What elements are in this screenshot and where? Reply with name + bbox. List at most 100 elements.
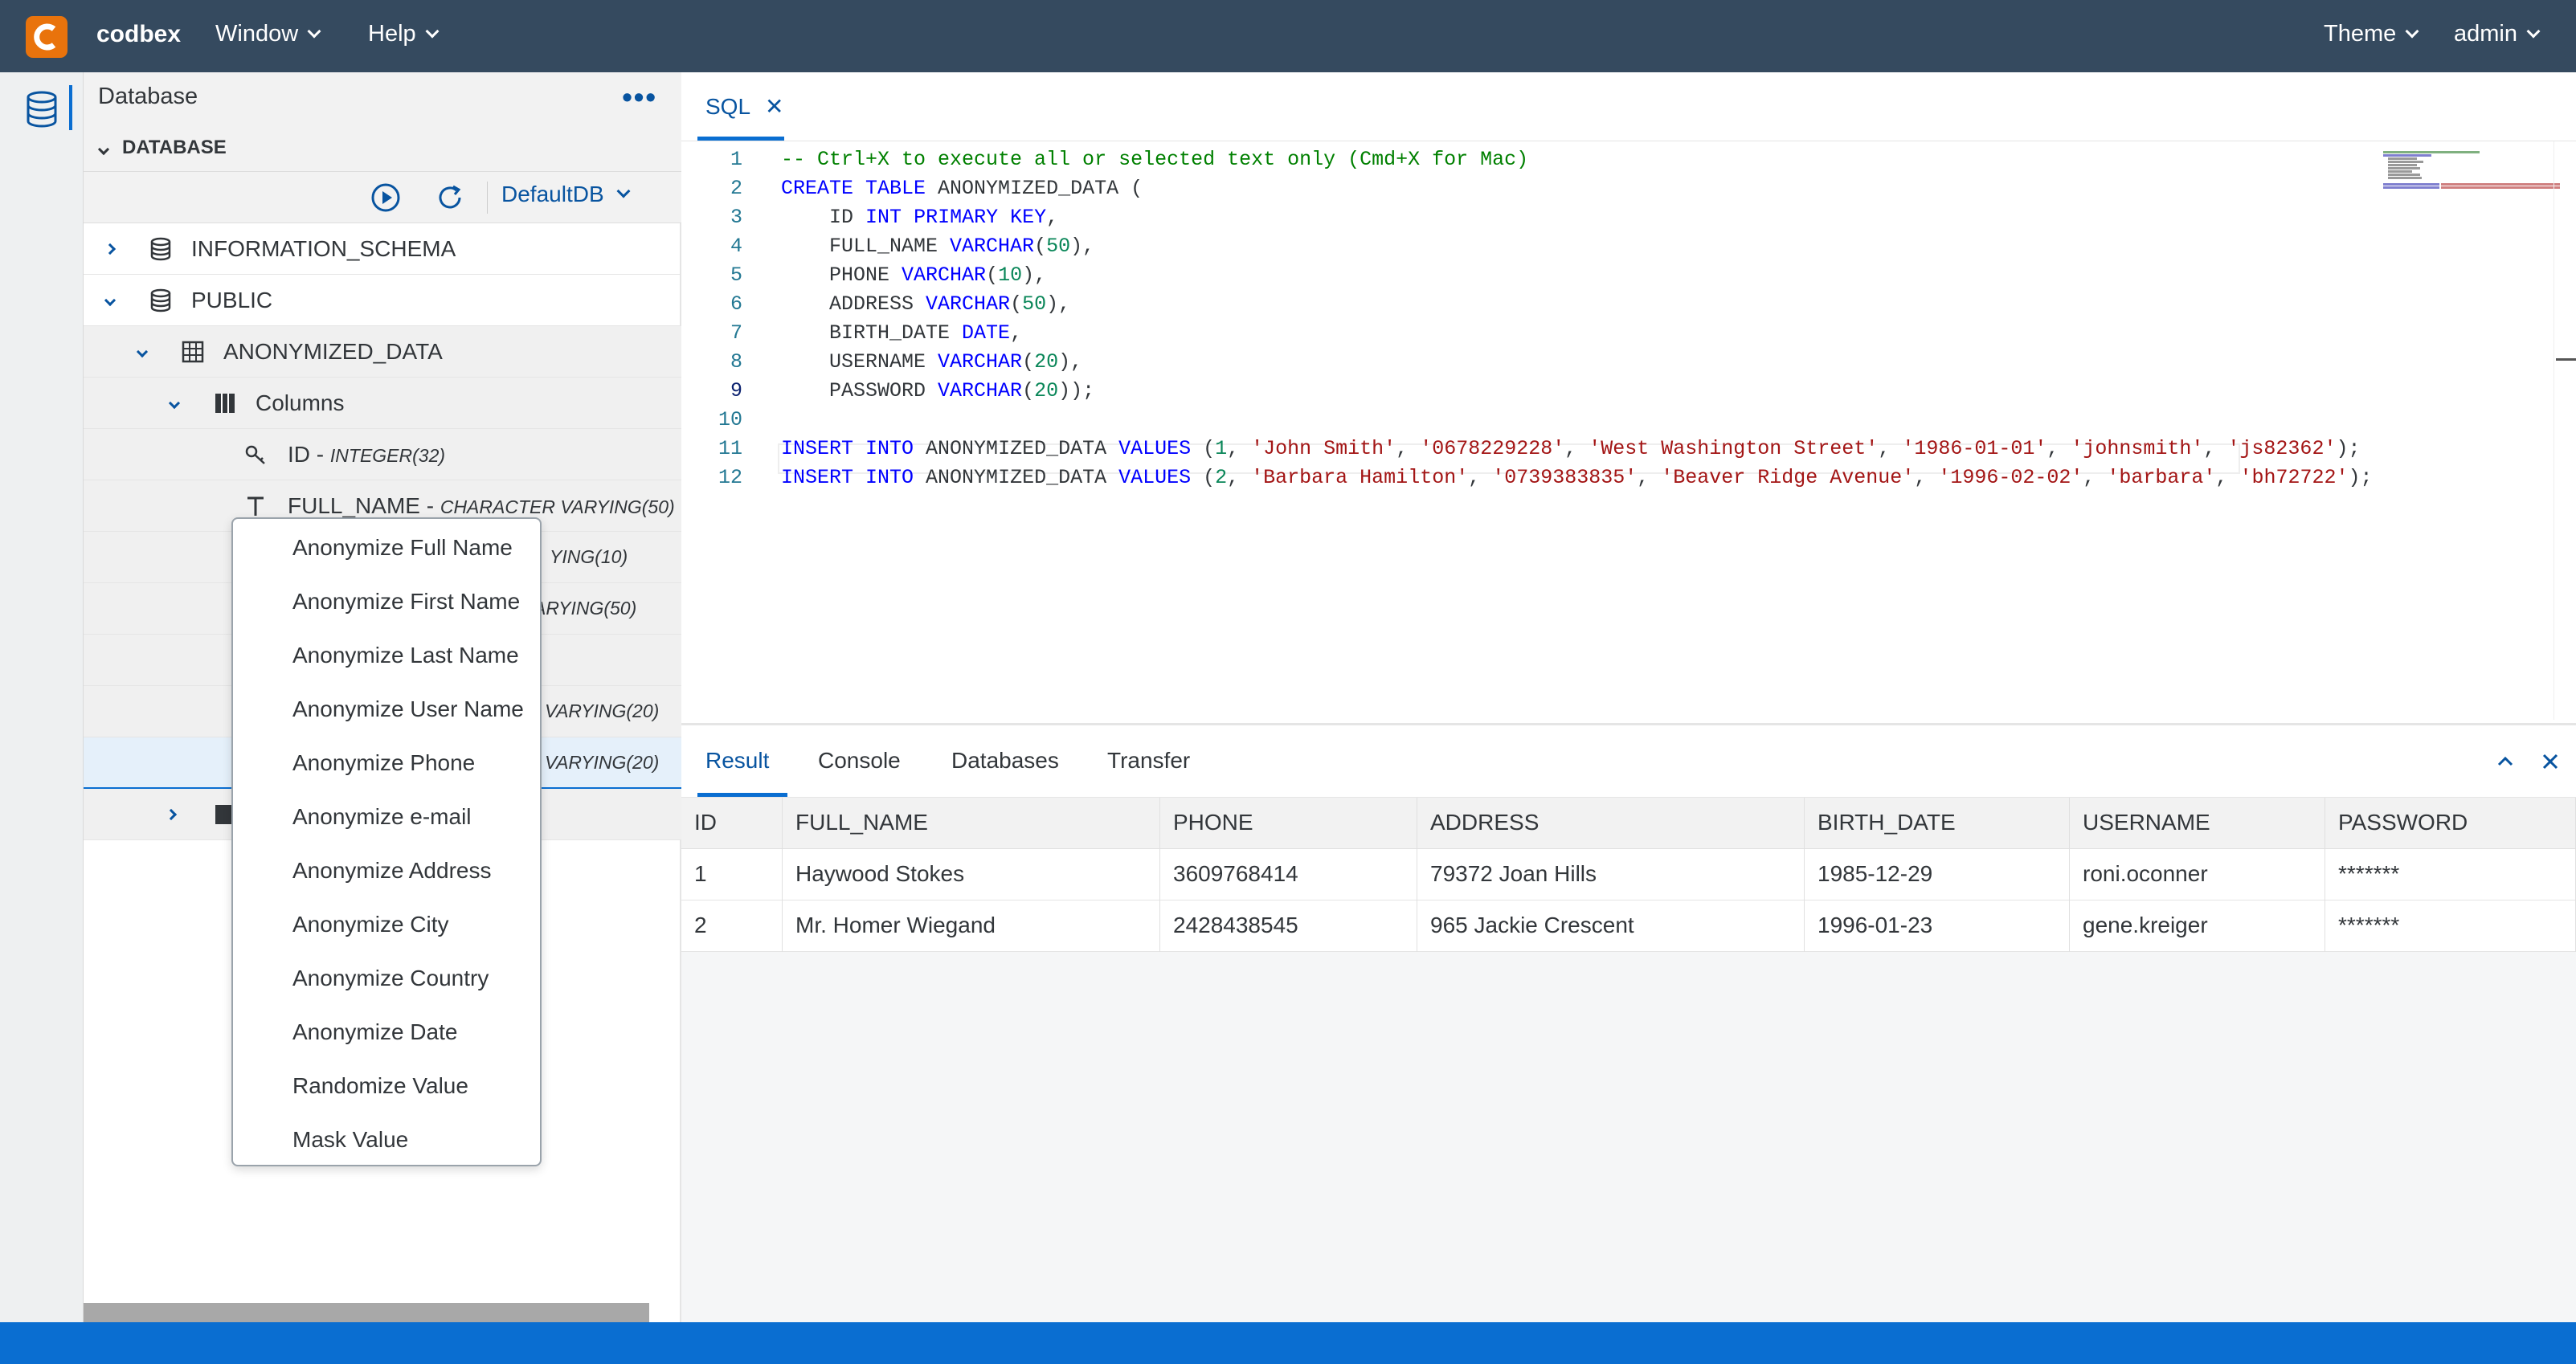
- status-bar: [0, 1322, 2576, 1364]
- context-menu-item[interactable]: Randomize Value: [233, 1059, 540, 1113]
- app-title: codbex: [96, 21, 182, 47]
- code-line[interactable]: -- Ctrl+X to execute all or selected tex…: [781, 148, 1528, 171]
- table-cell[interactable]: 3609768414: [1160, 849, 1417, 900]
- vertical-scrollbar[interactable]: [2554, 141, 2576, 720]
- collapse-icon: [97, 143, 110, 156]
- chevron-up-icon[interactable]: [2496, 748, 2515, 778]
- schema-icon: [150, 237, 171, 260]
- table-cell[interactable]: gene.kreiger: [2070, 900, 2325, 952]
- column-header[interactable]: PHONE: [1160, 798, 1417, 849]
- chevron-down-icon: [2526, 24, 2541, 38]
- code-line[interactable]: PHONE VARCHAR(10),: [781, 263, 1046, 287]
- context-menu-item[interactable]: Anonymize e-mail: [233, 790, 540, 843]
- line-number: 9: [730, 379, 742, 402]
- column-header[interactable]: PASSWORD: [2325, 798, 2576, 849]
- context-menu-item[interactable]: Anonymize Address: [233, 843, 540, 897]
- column-header[interactable]: FULL_NAME: [783, 798, 1160, 849]
- context-menu-item[interactable]: Anonymize Phone: [233, 736, 540, 790]
- context-menu-item[interactable]: Mask Value: [233, 1113, 540, 1166]
- chevron-down-icon: [425, 24, 440, 38]
- context-menu-item[interactable]: Anonymize City: [233, 897, 540, 951]
- chevron-right-icon[interactable]: [165, 808, 178, 820]
- column-type: VARYING(20): [545, 700, 660, 721]
- table-cell[interactable]: *******: [2325, 849, 2576, 900]
- column-type: CHARACTER VARYING(50): [440, 496, 675, 517]
- context-menu-item[interactable]: Anonymize First Name: [233, 574, 540, 628]
- tree-node-public[interactable]: PUBLIC: [84, 275, 681, 326]
- more-options-icon[interactable]: •••: [622, 80, 657, 114]
- horizontal-scrollbar[interactable]: [84, 1303, 649, 1324]
- database-selector-value: DefaultDB: [501, 182, 604, 206]
- code-line[interactable]: INSERT INTO ANONYMIZED_DATA VALUES (1, '…: [781, 437, 2360, 460]
- chevron-down-icon[interactable]: [104, 294, 117, 306]
- column-name: FULL_NAME -: [288, 492, 440, 518]
- code-line[interactable]: CREATE TABLE ANONYMIZED_DATA (: [781, 177, 1143, 200]
- context-menu-item[interactable]: Anonymize User Name: [233, 682, 540, 736]
- menu-help[interactable]: Help: [368, 21, 440, 47]
- chevron-down-icon[interactable]: [168, 397, 181, 409]
- chevron-right-icon[interactable]: [104, 243, 117, 255]
- column-header[interactable]: ADDRESS: [1417, 798, 1805, 849]
- table-cell[interactable]: Mr. Homer Wiegand: [783, 900, 1160, 952]
- code-line[interactable]: INSERT INTO ANONYMIZED_DATA VALUES (2, '…: [781, 466, 2372, 489]
- context-menu-item[interactable]: Anonymize Country: [233, 951, 540, 1005]
- context-menu-item[interactable]: Anonymize Full Name: [233, 521, 540, 574]
- menu-window[interactable]: Window: [215, 21, 321, 47]
- refresh-icon[interactable]: [434, 182, 466, 214]
- tab-databases[interactable]: Databases: [951, 748, 1059, 774]
- table-cell[interactable]: 1985-12-29: [1805, 849, 2070, 900]
- close-panel-icon[interactable]: [2541, 748, 2560, 778]
- table-cell[interactable]: *******: [2325, 900, 2576, 952]
- close-icon[interactable]: ✕: [765, 94, 783, 119]
- table-cell[interactable]: 1996-01-23: [1805, 900, 2070, 952]
- menu-theme[interactable]: Theme: [2324, 21, 2419, 47]
- line-number: 12: [718, 466, 742, 489]
- shell-bar: codbex Window Help Theme admin: [0, 0, 2576, 72]
- context-menu-item[interactable]: Anonymize Last Name: [233, 628, 540, 682]
- table-icon: [182, 341, 204, 362]
- code-line[interactable]: ID INT PRIMARY KEY,: [781, 206, 1058, 229]
- tab-transfer[interactable]: Transfer: [1107, 748, 1190, 774]
- table-cell[interactable]: 79372 Joan Hills: [1417, 849, 1805, 900]
- minimap[interactable]: [2383, 149, 2560, 270]
- table-row[interactable]: 1 Haywood Stokes 3609768414 79372 Joan Hill…: [681, 849, 2576, 900]
- run-icon[interactable]: [370, 182, 402, 214]
- line-number: 3: [730, 206, 742, 229]
- code-area[interactable]: 1 -- Ctrl+X to execute all or selected te…: [681, 141, 2576, 723]
- columns-icon: [215, 393, 235, 413]
- active-tab-indicator: [697, 137, 784, 141]
- column-header[interactable]: ID: [681, 798, 783, 849]
- tree-node-label: INFORMATION_SCHEMA: [191, 235, 456, 261]
- code-line[interactable]: USERNAME VARCHAR(20),: [781, 350, 1082, 374]
- table-row[interactable]: 2 Mr. Homer Wiegand 2428438545 965 Jackie C…: [681, 900, 2576, 952]
- tab-sql[interactable]: SQL ✕: [705, 93, 784, 120]
- codbex-logo[interactable]: [26, 16, 67, 58]
- table-cell[interactable]: 2428438545: [1160, 900, 1417, 952]
- tree-node-column-id[interactable]: ID - INTEGER(32): [84, 429, 681, 480]
- table-cell[interactable]: 965 Jackie Crescent: [1417, 900, 1805, 952]
- table-cell[interactable]: Haywood Stokes: [783, 849, 1160, 900]
- database-icon[interactable]: [24, 90, 59, 129]
- context-menu-item[interactable]: Anonymize Date: [233, 1005, 540, 1059]
- table-cell[interactable]: roni.oconner: [2070, 849, 2325, 900]
- code-line[interactable]: PASSWORD VARCHAR(20));: [781, 379, 1094, 402]
- chevron-down-icon[interactable]: [136, 345, 149, 357]
- code-line[interactable]: BIRTH_DATE DATE,: [781, 321, 1022, 345]
- table-cell[interactable]: 1: [681, 849, 783, 900]
- table-cell[interactable]: 2: [681, 900, 783, 952]
- column-header[interactable]: USERNAME: [2070, 798, 2325, 849]
- tree-node-table[interactable]: ANONYMIZED_DATA: [84, 326, 681, 378]
- sql-editor: SQL ✕ 1 -- Ctrl+X to execute all or select…: [681, 72, 2576, 723]
- panel-title: Database: [98, 84, 198, 109]
- schema-icon: [150, 288, 171, 312]
- column-header[interactable]: BIRTH_DATE: [1805, 798, 2070, 849]
- tree-node-columns[interactable]: Columns: [84, 378, 681, 429]
- database-section-header[interactable]: DATABASE: [84, 120, 681, 172]
- tab-result[interactable]: Result: [705, 748, 769, 774]
- code-line[interactable]: ADDRESS VARCHAR(50),: [781, 292, 1070, 316]
- tree-node-information-schema[interactable]: INFORMATION_SCHEMA: [84, 223, 681, 275]
- tab-console[interactable]: Console: [818, 748, 901, 774]
- menu-user[interactable]: admin: [2454, 21, 2541, 47]
- database-selector[interactable]: DefaultDB: [501, 182, 631, 207]
- code-line[interactable]: FULL_NAME VARCHAR(50),: [781, 235, 1094, 258]
